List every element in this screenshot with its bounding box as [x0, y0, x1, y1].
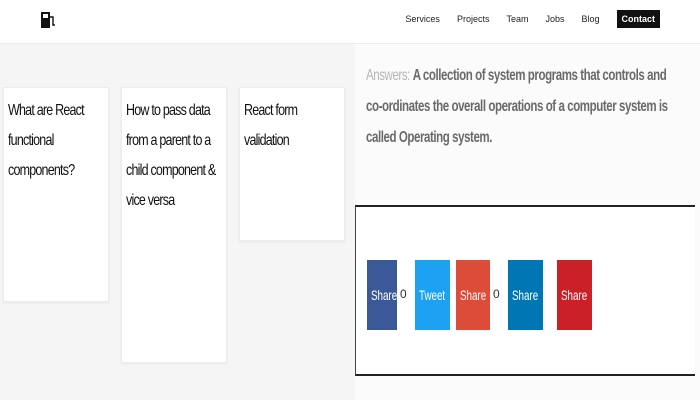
post-card[interactable]: How to pass data from a parent to a chil… — [121, 87, 227, 363]
fuel-pump-icon[interactable] — [40, 11, 56, 29]
linkedin-share-label: Share — [512, 287, 539, 303]
google-plus-share-label: Share — [460, 287, 487, 303]
facebook-share-label: Share — [371, 287, 398, 303]
top-navbar: Services Projects Team Jobs Blog Contact — [0, 0, 700, 44]
pinterest-share-label: Share — [561, 287, 588, 303]
post-card-title[interactable]: React form validation — [244, 96, 340, 156]
nav-link-projects[interactable]: Projects — [457, 10, 490, 28]
answer-paragraph: Answers: A collection of system programs… — [366, 60, 668, 153]
pinterest-share-button[interactable]: p Share — [557, 260, 592, 330]
contact-button[interactable]: Contact — [616, 10, 660, 28]
answer-text: A collection of system programs that con… — [366, 67, 668, 146]
post-card[interactable]: React form validation — [239, 87, 345, 241]
google-plus-share-button[interactable]: g Share — [456, 260, 490, 330]
nav-link-services[interactable]: Services — [405, 10, 440, 28]
google-plus-share-count: 0 — [493, 287, 500, 301]
nav-link-jobs[interactable]: Jobs — [545, 10, 564, 28]
twitter-share-label: Tweet — [419, 287, 446, 303]
linkedin-share-button[interactable]: Share — [508, 260, 543, 330]
nav-link-blog[interactable]: Blog — [581, 10, 599, 28]
post-card-title[interactable]: How to pass data from a parent to a chil… — [126, 96, 222, 216]
facebook-share-count: 0 — [400, 287, 407, 301]
nav-link-team[interactable]: Team — [506, 10, 528, 28]
answer-label: Answers: — [366, 67, 410, 84]
post-card[interactable]: What are React functional components? — [3, 87, 109, 302]
post-card-title[interactable]: What are React functional components? — [8, 96, 104, 186]
main-nav: Services Projects Team Jobs Blog Contact — [388, 10, 660, 28]
twitter-share-button[interactable]: Tweet — [415, 260, 450, 330]
facebook-share-button[interactable]: Share — [367, 260, 397, 330]
share-box: Share 0 Tweet g Share 0 Share p Share — [355, 205, 695, 376]
